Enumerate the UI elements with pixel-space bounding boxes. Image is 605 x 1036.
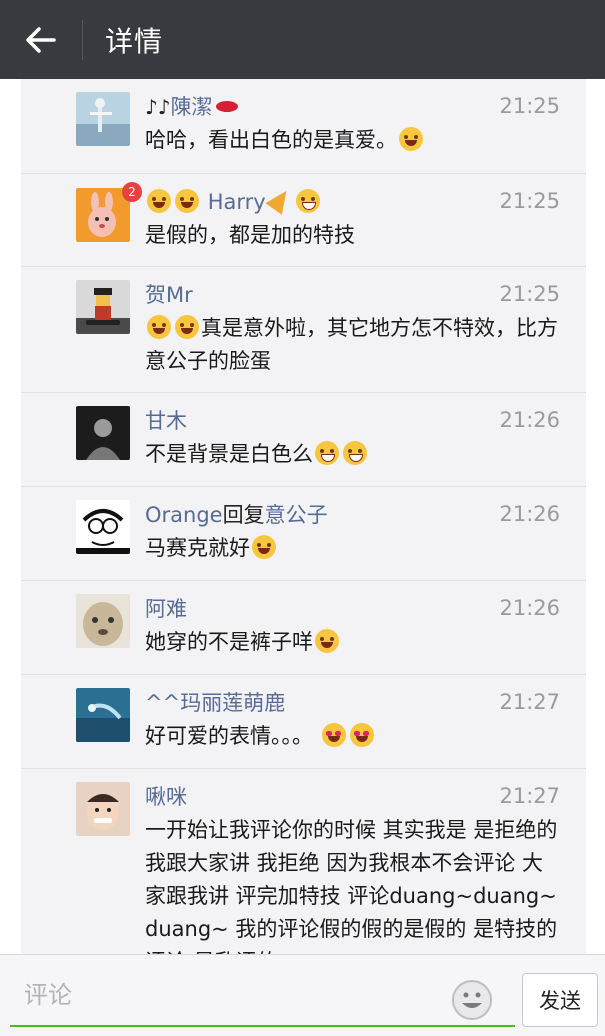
comment-time: 21:25 <box>499 94 560 118</box>
avatar[interactable] <box>76 406 130 460</box>
comment-text: 马赛克就好 <box>145 536 250 560</box>
arrow-left-icon <box>26 26 56 53</box>
avatar[interactable] <box>76 280 130 334</box>
tongue-emoji-icon <box>147 188 171 213</box>
reply-to-name[interactable]: 意公子 <box>265 503 328 527</box>
grin-emoji-icon <box>315 441 339 465</box>
comment-composer: 发送 <box>0 954 605 1036</box>
comment-item[interactable]: Orange回复意公子 21:26 马赛克就好 <box>21 487 586 581</box>
page-title: 详情 <box>105 24 164 58</box>
comment-input[interactable] <box>10 967 430 1023</box>
commenter-name[interactable]: ^^玛丽莲萌鹿 <box>145 687 285 717</box>
comment-text: 好可爱的表情。。。 <box>145 724 313 748</box>
comment-item[interactable]: 2 Harry 21:25 是假的，都是加的特技 <box>21 174 586 267</box>
heart-eyes-emoji-icon <box>349 723 374 747</box>
comment-time: 21:27 <box>499 784 560 808</box>
commenter-name[interactable]: 陳潔 <box>171 95 213 119</box>
smiley-icon <box>452 980 492 1020</box>
top-bar: 详情 <box>0 0 605 79</box>
comment-text: 真是意外啦，其它地方怎不特效，比方意公子的脸蛋 <box>145 316 558 373</box>
commenter-name[interactable]: 阿难 <box>145 593 187 623</box>
avatar[interactable] <box>76 500 130 554</box>
commenter-name[interactable]: 甘木 <box>145 405 187 435</box>
comment-text: 不是背景是白色么 <box>145 442 313 466</box>
emoji-button[interactable] <box>451 979 493 1025</box>
commenter-name[interactable]: Harry <box>208 190 266 214</box>
dizzy-emoji-icon <box>315 629 339 653</box>
smile-emoji-icon <box>252 535 276 559</box>
party-popper-icon <box>265 184 295 215</box>
comment-item[interactable]: 啾咪 21:27 一开始让我评论你的时候 其实我是 是拒绝的 我跟大家讲 我拒绝… <box>21 769 586 954</box>
commenter-name[interactable]: 啾咪 <box>145 781 187 811</box>
back-button[interactable] <box>0 0 82 79</box>
comment-text: 哈哈，看出白色的是真爱。 <box>145 128 397 152</box>
reply-word: 回复 <box>222 503 265 527</box>
comment-time: 21:26 <box>499 596 560 620</box>
comment-time: 21:25 <box>499 189 560 213</box>
comment-time: 21:26 <box>499 502 560 526</box>
grin-emoji-icon <box>343 441 367 465</box>
comment-item[interactable]: 贺Mr 21:25 真是意外啦，其它地方怎不特效，比方意公子的脸蛋 <box>21 267 586 393</box>
comment-text: 是假的，都是加的特技 <box>145 223 355 247</box>
tears-of-joy-emoji-icon <box>147 315 171 339</box>
comment-time: 21:25 <box>499 282 560 306</box>
comment-item[interactable]: ♪♪陳潔 21:25 哈哈，看出白色的是真爱。 <box>21 79 586 174</box>
comment-list-viewport[interactable]: ♪♪陳潔 21:25 哈哈，看出白色的是真爱。 2 Harry 21:25 是假… <box>0 79 605 954</box>
heart-eyes-emoji-icon <box>321 723 346 747</box>
tears-of-joy-emoji-icon <box>175 315 199 339</box>
music-note-icon: ♪♪ <box>145 95 171 119</box>
comment-text: 一开始让我评论你的时候 其实我是 是拒绝的 我跟大家讲 我拒绝 因为我根本不会评… <box>145 818 558 954</box>
avatar[interactable] <box>76 688 130 742</box>
commenter-name[interactable]: Orange <box>145 503 223 527</box>
comment-item[interactable]: 阿难 21:26 她穿的不是裤子咩 <box>21 581 586 675</box>
comment-time: 21:27 <box>499 690 560 714</box>
header-divider <box>82 19 83 60</box>
comment-time: 21:26 <box>499 408 560 432</box>
avatar[interactable] <box>76 782 130 836</box>
comment-item[interactable]: 甘木 21:26 不是背景是白色么 <box>21 393 586 487</box>
thinking-emoji-icon <box>399 127 423 151</box>
lips-icon <box>215 101 238 112</box>
unread-badge: 2 <box>122 182 142 202</box>
comment-input-wrap <box>10 967 515 1027</box>
send-button[interactable]: 发送 <box>522 973 598 1027</box>
grin-emoji-icon <box>295 188 320 213</box>
comment-list: ♪♪陳潔 21:25 哈哈，看出白色的是真爱。 2 Harry 21:25 是假… <box>21 79 586 954</box>
comment-item[interactable]: ^^玛丽莲萌鹿 21:27 好可爱的表情。。。 <box>21 675 586 769</box>
avatar[interactable] <box>76 92 130 146</box>
avatar[interactable] <box>76 594 130 648</box>
tongue-emoji-icon <box>175 188 199 213</box>
comment-text: 她穿的不是裤子咩 <box>145 630 313 654</box>
commenter-name[interactable]: 贺Mr <box>145 279 193 309</box>
